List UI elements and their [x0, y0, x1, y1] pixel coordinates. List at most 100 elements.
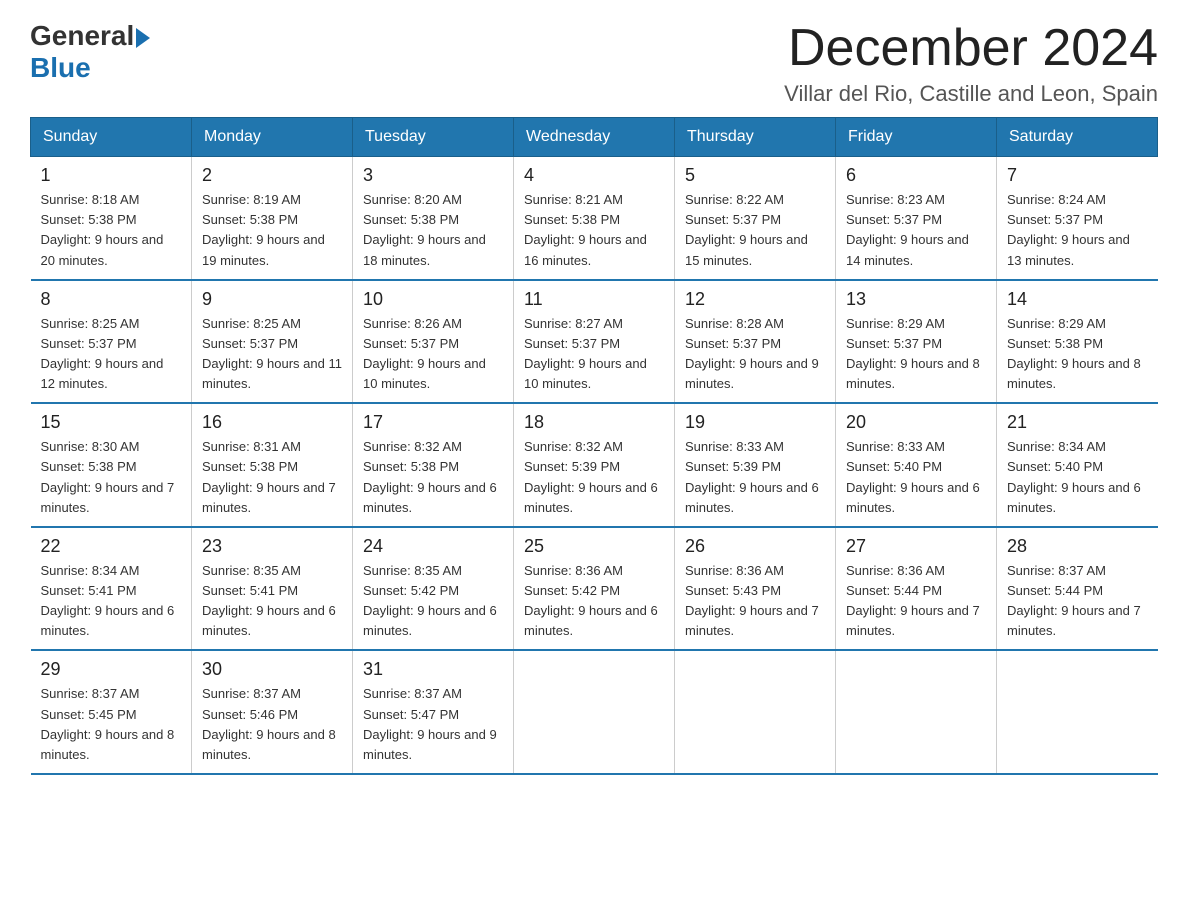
day-info: Sunrise: 8:20 AM Sunset: 5:38 PM Dayligh… [363, 190, 503, 271]
page-subtitle: Villar del Rio, Castille and Leon, Spain [784, 81, 1158, 107]
calendar-day-cell: 2 Sunrise: 8:19 AM Sunset: 5:38 PM Dayli… [192, 157, 353, 280]
day-number: 9 [202, 289, 342, 310]
calendar-day-cell: 26 Sunrise: 8:36 AM Sunset: 5:43 PM Dayl… [675, 527, 836, 651]
day-info: Sunrise: 8:32 AM Sunset: 5:39 PM Dayligh… [524, 437, 664, 518]
day-info: Sunrise: 8:37 AM Sunset: 5:47 PM Dayligh… [363, 684, 503, 765]
calendar-header-row: SundayMondayTuesdayWednesdayThursdayFrid… [31, 118, 1158, 157]
calendar-day-cell: 6 Sunrise: 8:23 AM Sunset: 5:37 PM Dayli… [836, 157, 997, 280]
day-number: 6 [846, 165, 986, 186]
calendar-day-cell: 19 Sunrise: 8:33 AM Sunset: 5:39 PM Dayl… [675, 403, 836, 527]
calendar-day-cell: 22 Sunrise: 8:34 AM Sunset: 5:41 PM Dayl… [31, 527, 192, 651]
day-number: 7 [1007, 165, 1148, 186]
day-info: Sunrise: 8:34 AM Sunset: 5:40 PM Dayligh… [1007, 437, 1148, 518]
calendar-day-cell: 14 Sunrise: 8:29 AM Sunset: 5:38 PM Dayl… [997, 280, 1158, 404]
day-number: 2 [202, 165, 342, 186]
calendar-day-cell: 31 Sunrise: 8:37 AM Sunset: 5:47 PM Dayl… [353, 650, 514, 774]
calendar-day-cell: 11 Sunrise: 8:27 AM Sunset: 5:37 PM Dayl… [514, 280, 675, 404]
calendar-day-header: Friday [836, 118, 997, 157]
day-number: 21 [1007, 412, 1148, 433]
day-info: Sunrise: 8:25 AM Sunset: 5:37 PM Dayligh… [41, 314, 182, 395]
day-info: Sunrise: 8:22 AM Sunset: 5:37 PM Dayligh… [685, 190, 825, 271]
day-number: 30 [202, 659, 342, 680]
day-info: Sunrise: 8:30 AM Sunset: 5:38 PM Dayligh… [41, 437, 182, 518]
day-info: Sunrise: 8:36 AM Sunset: 5:44 PM Dayligh… [846, 561, 986, 642]
day-number: 22 [41, 536, 182, 557]
calendar-day-cell: 13 Sunrise: 8:29 AM Sunset: 5:37 PM Dayl… [836, 280, 997, 404]
day-number: 4 [524, 165, 664, 186]
day-number: 8 [41, 289, 182, 310]
day-info: Sunrise: 8:25 AM Sunset: 5:37 PM Dayligh… [202, 314, 342, 395]
day-number: 26 [685, 536, 825, 557]
calendar-day-cell: 25 Sunrise: 8:36 AM Sunset: 5:42 PM Dayl… [514, 527, 675, 651]
day-number: 29 [41, 659, 182, 680]
day-number: 23 [202, 536, 342, 557]
calendar-day-cell [675, 650, 836, 774]
day-number: 27 [846, 536, 986, 557]
calendar-day-cell [836, 650, 997, 774]
page-title: December 2024 [784, 20, 1158, 77]
day-info: Sunrise: 8:29 AM Sunset: 5:38 PM Dayligh… [1007, 314, 1148, 395]
calendar-day-cell: 1 Sunrise: 8:18 AM Sunset: 5:38 PM Dayli… [31, 157, 192, 280]
day-number: 11 [524, 289, 664, 310]
calendar-day-cell: 23 Sunrise: 8:35 AM Sunset: 5:41 PM Dayl… [192, 527, 353, 651]
day-info: Sunrise: 8:18 AM Sunset: 5:38 PM Dayligh… [41, 190, 182, 271]
day-number: 24 [363, 536, 503, 557]
title-block: December 2024 Villar del Rio, Castille a… [784, 20, 1158, 107]
calendar-day-header: Tuesday [353, 118, 514, 157]
calendar-week-row: 1 Sunrise: 8:18 AM Sunset: 5:38 PM Dayli… [31, 157, 1158, 280]
logo-arrow-icon [136, 28, 150, 48]
day-info: Sunrise: 8:36 AM Sunset: 5:42 PM Dayligh… [524, 561, 664, 642]
day-info: Sunrise: 8:31 AM Sunset: 5:38 PM Dayligh… [202, 437, 342, 518]
day-number: 14 [1007, 289, 1148, 310]
logo-text-blue: Blue [30, 52, 150, 84]
calendar-week-row: 15 Sunrise: 8:30 AM Sunset: 5:38 PM Dayl… [31, 403, 1158, 527]
calendar-day-cell: 15 Sunrise: 8:30 AM Sunset: 5:38 PM Dayl… [31, 403, 192, 527]
day-number: 20 [846, 412, 986, 433]
calendar-day-header: Sunday [31, 118, 192, 157]
day-number: 31 [363, 659, 503, 680]
day-info: Sunrise: 8:35 AM Sunset: 5:41 PM Dayligh… [202, 561, 342, 642]
calendar-day-cell: 5 Sunrise: 8:22 AM Sunset: 5:37 PM Dayli… [675, 157, 836, 280]
logo-text-general: General [30, 20, 134, 52]
calendar-week-row: 22 Sunrise: 8:34 AM Sunset: 5:41 PM Dayl… [31, 527, 1158, 651]
page-header: General Blue December 2024 Villar del Ri… [30, 20, 1158, 107]
calendar-day-cell: 7 Sunrise: 8:24 AM Sunset: 5:37 PM Dayli… [997, 157, 1158, 280]
day-info: Sunrise: 8:37 AM Sunset: 5:45 PM Dayligh… [41, 684, 182, 765]
calendar-day-cell: 20 Sunrise: 8:33 AM Sunset: 5:40 PM Dayl… [836, 403, 997, 527]
day-info: Sunrise: 8:24 AM Sunset: 5:37 PM Dayligh… [1007, 190, 1148, 271]
calendar-day-cell [514, 650, 675, 774]
day-info: Sunrise: 8:21 AM Sunset: 5:38 PM Dayligh… [524, 190, 664, 271]
calendar-day-cell: 30 Sunrise: 8:37 AM Sunset: 5:46 PM Dayl… [192, 650, 353, 774]
logo: General Blue [30, 20, 150, 84]
day-number: 5 [685, 165, 825, 186]
calendar-day-cell [997, 650, 1158, 774]
calendar-day-cell: 17 Sunrise: 8:32 AM Sunset: 5:38 PM Dayl… [353, 403, 514, 527]
day-number: 28 [1007, 536, 1148, 557]
calendar-week-row: 8 Sunrise: 8:25 AM Sunset: 5:37 PM Dayli… [31, 280, 1158, 404]
day-info: Sunrise: 8:33 AM Sunset: 5:40 PM Dayligh… [846, 437, 986, 518]
day-info: Sunrise: 8:29 AM Sunset: 5:37 PM Dayligh… [846, 314, 986, 395]
calendar-day-cell: 27 Sunrise: 8:36 AM Sunset: 5:44 PM Dayl… [836, 527, 997, 651]
day-number: 16 [202, 412, 342, 433]
calendar-day-cell: 8 Sunrise: 8:25 AM Sunset: 5:37 PM Dayli… [31, 280, 192, 404]
calendar-day-cell: 16 Sunrise: 8:31 AM Sunset: 5:38 PM Dayl… [192, 403, 353, 527]
calendar-day-header: Thursday [675, 118, 836, 157]
day-info: Sunrise: 8:33 AM Sunset: 5:39 PM Dayligh… [685, 437, 825, 518]
calendar-table: SundayMondayTuesdayWednesdayThursdayFrid… [30, 117, 1158, 775]
calendar-day-cell: 28 Sunrise: 8:37 AM Sunset: 5:44 PM Dayl… [997, 527, 1158, 651]
day-info: Sunrise: 8:26 AM Sunset: 5:37 PM Dayligh… [363, 314, 503, 395]
day-number: 3 [363, 165, 503, 186]
calendar-day-cell: 24 Sunrise: 8:35 AM Sunset: 5:42 PM Dayl… [353, 527, 514, 651]
calendar-day-cell: 10 Sunrise: 8:26 AM Sunset: 5:37 PM Dayl… [353, 280, 514, 404]
calendar-week-row: 29 Sunrise: 8:37 AM Sunset: 5:45 PM Dayl… [31, 650, 1158, 774]
day-number: 10 [363, 289, 503, 310]
day-info: Sunrise: 8:35 AM Sunset: 5:42 PM Dayligh… [363, 561, 503, 642]
day-info: Sunrise: 8:32 AM Sunset: 5:38 PM Dayligh… [363, 437, 503, 518]
day-info: Sunrise: 8:28 AM Sunset: 5:37 PM Dayligh… [685, 314, 825, 395]
calendar-day-cell: 9 Sunrise: 8:25 AM Sunset: 5:37 PM Dayli… [192, 280, 353, 404]
day-number: 18 [524, 412, 664, 433]
day-info: Sunrise: 8:23 AM Sunset: 5:37 PM Dayligh… [846, 190, 986, 271]
day-number: 12 [685, 289, 825, 310]
day-number: 19 [685, 412, 825, 433]
day-number: 13 [846, 289, 986, 310]
